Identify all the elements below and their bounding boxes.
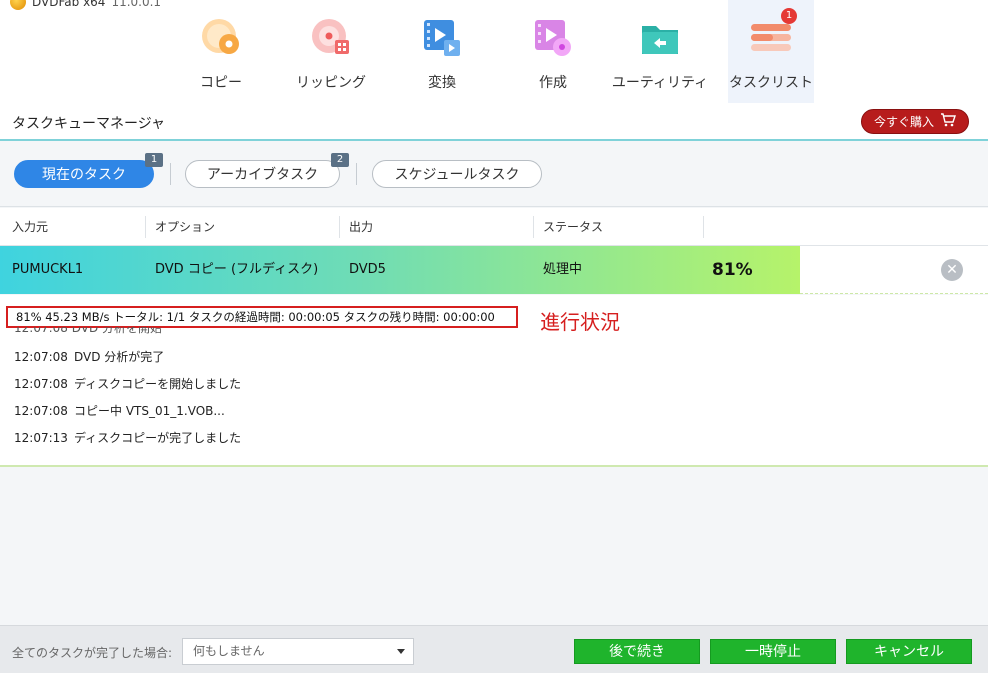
log-entry: 12:07:08 コピー中 VTS_01_1.VOB... — [14, 402, 225, 419]
log-entry: 12:07:08 ディスクコピーを開始しました — [14, 375, 241, 392]
buy-now-button[interactable]: 今すぐ購入 — [861, 109, 969, 134]
nav-item-label: コピー — [200, 75, 242, 91]
copy-disc-icon — [199, 16, 243, 60]
task-option: DVD コピー (フルディスク) — [155, 262, 319, 277]
brand: DVDFab x64 11.0.0.1 — [10, 0, 161, 10]
dvdfab-logo-icon — [10, 0, 26, 10]
log-entry: 12:07:08 DVD 分析が完了 — [14, 348, 164, 365]
creator-icon — [531, 16, 575, 60]
column-divider — [703, 216, 704, 238]
task-status: 処理中 — [543, 262, 583, 277]
nav-item-ripper[interactable]: リッピング — [286, 0, 376, 103]
log-time: 12:07:13 — [14, 431, 68, 445]
progress-annotation: 進行状況 — [540, 310, 620, 334]
page-title: タスクキューマネージャ — [12, 116, 166, 132]
log-text: DVD 分析が完了 — [74, 350, 165, 364]
footer-bar: 全てのタスクが完了した場合: 何もしません 後で続き 一時停止 キャンセル — [0, 625, 988, 673]
remove-task-button[interactable]: ✕ — [941, 259, 963, 281]
column-header-option: オプション — [155, 220, 216, 234]
video-convert-icon — [420, 16, 464, 60]
task-output: DVD5 — [349, 262, 386, 277]
nav-item-utility[interactable]: ユーティリティ — [611, 0, 709, 103]
tab-divider — [170, 163, 171, 185]
cancel-button[interactable]: キャンセル — [846, 639, 972, 664]
top-nav-bar: DVDFab x64 11.0.0.1 コピー リッピング 変換 作成 ユーティ… — [0, 0, 988, 103]
tab-count-badge: 1 — [145, 153, 163, 167]
task-progress-bar — [0, 246, 800, 294]
brand-name: DVDFab x64 — [32, 0, 106, 9]
tab-divider — [356, 163, 357, 185]
log-time: 12:07:08 — [14, 404, 68, 418]
task-source: PUMUCKL1 — [12, 262, 84, 277]
nav-item-label: ユーティリティ — [611, 75, 709, 91]
continue-later-button[interactable]: 後で続き — [574, 639, 700, 664]
nav-item-label: タスクリスト — [729, 75, 813, 91]
task-queue-header: タスクキューマネージャ 今すぐ購入 — [0, 103, 988, 141]
close-icon: ✕ — [946, 262, 958, 278]
tab-label: スケジュールタスク — [394, 167, 520, 183]
tab-current-tasks[interactable]: 現在のタスク 1 — [14, 153, 163, 188]
completion-action-value: 何もしません — [193, 644, 265, 658]
task-log-panel: 81% 45.23 MB/s トータル: 1/1 タスクの経過時間: 00:00… — [0, 295, 988, 467]
task-count-badge: 1 — [781, 8, 797, 24]
nav-item-label: 変換 — [428, 75, 456, 91]
cart-icon — [940, 113, 956, 130]
ripper-disc-icon — [309, 16, 353, 60]
log-text: ディスクコピーが完了しました — [74, 431, 242, 445]
table-row[interactable]: PUMUCKL1 DVD コピー (フルディスク) DVD5 処理中 81% ✕ — [0, 246, 988, 294]
tab-label: アーカイブタスク — [206, 167, 319, 183]
log-text: コピー中 VTS_01_1.VOB... — [74, 404, 225, 418]
tab-scheduled-tasks[interactable]: スケジュールタスク — [372, 160, 542, 188]
task-tabs: 現在のタスク 1 アーカイブタスク 2 スケジュールタスク — [0, 143, 988, 207]
log-time: 12:07:08 — [14, 350, 68, 364]
column-header-output: 出力 — [349, 220, 374, 234]
nav-item-label: 作成 — [539, 75, 567, 91]
app-version: 11.0.0.1 — [111, 0, 162, 9]
nav-item-converter[interactable]: 変換 — [397, 0, 487, 103]
utility-folder-icon — [638, 16, 682, 60]
log-time: 12:07:08 — [14, 377, 68, 391]
buy-now-label: 今すぐ購入 — [873, 115, 934, 129]
tab-count-badge: 2 — [331, 153, 349, 167]
pause-button[interactable]: 一時停止 — [710, 639, 836, 664]
log-text: ディスクコピーを開始しました — [74, 377, 242, 391]
task-percent: 81% — [712, 260, 753, 280]
completion-action-select[interactable]: 何もしません — [182, 638, 414, 665]
column-header-status: ステータス — [543, 220, 604, 234]
tab-label: 現在のタスク — [42, 167, 126, 183]
nav-item-copy[interactable]: コピー — [176, 0, 266, 103]
nav-item-creator[interactable]: 作成 — [508, 0, 598, 103]
log-entry-partial: 12:07:08 DVD 分析を開始 — [14, 327, 163, 335]
nav-item-task-list[interactable]: 1 タスクリスト — [728, 0, 814, 103]
tab-archive-tasks[interactable]: アーカイブタスク 2 — [185, 153, 349, 188]
column-header-source: 入力元 — [12, 220, 49, 234]
task-table-header: 入力元 オプション 出力 ステータス — [0, 208, 988, 246]
task-list-icon: 1 — [749, 8, 797, 60]
nav-item-label: リッピング — [296, 75, 366, 91]
log-entry: 12:07:13 ディスクコピーが完了しました — [14, 429, 241, 446]
progress-status-line: 81% 45.23 MB/s トータル: 1/1 タスクの経過時間: 00:00… — [6, 306, 518, 328]
completion-action-label: 全てのタスクが完了した場合: — [12, 646, 173, 660]
chevron-down-icon — [397, 649, 405, 654]
